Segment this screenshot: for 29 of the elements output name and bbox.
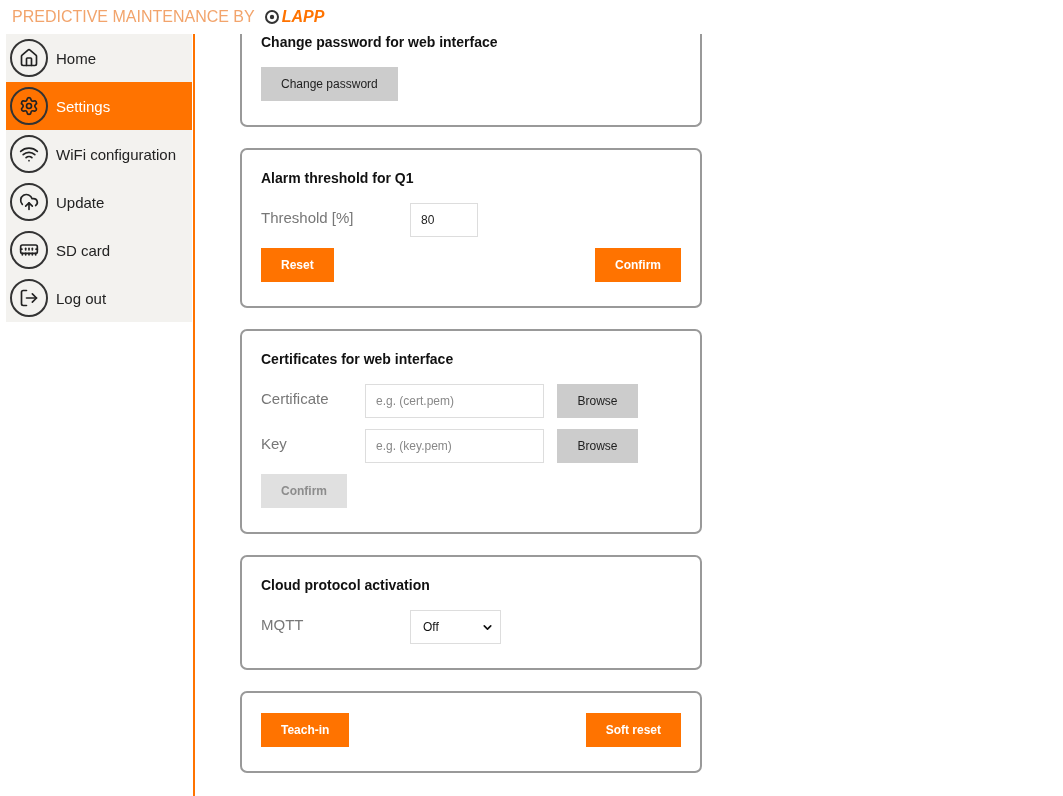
memory-card-icon xyxy=(10,231,48,269)
action-button[interactable]: Change password xyxy=(261,67,398,101)
card-title: Certificates for web interface xyxy=(261,351,455,367)
brand-logo: LAPP xyxy=(281,8,325,26)
threshold-field[interactable]: 80 xyxy=(410,203,478,237)
nav-item[interactable]: Log out xyxy=(6,274,192,322)
browse-button[interactable]: Browse xyxy=(557,384,638,418)
app-title: PREDICTIVE MAINTENANCE BY xyxy=(12,8,255,26)
field-label: Certificate xyxy=(261,389,330,407)
nav-item[interactable]: SD card xyxy=(6,226,192,274)
field-label: Threshold [%] xyxy=(261,208,355,226)
file-path-field[interactable]: e.g. (key.pem) xyxy=(365,429,544,463)
card-title: Alarm threshold for Q1 xyxy=(261,170,415,186)
field-label: MQTT xyxy=(261,615,305,633)
field-label: Key xyxy=(261,434,288,452)
nav-item[interactable]: WiFi configuration xyxy=(6,130,192,178)
wifi-icon xyxy=(10,135,48,173)
nav-item[interactable]: Home xyxy=(6,34,192,82)
file-path-field[interactable]: e.g. (cert.pem) xyxy=(365,384,544,418)
home-icon xyxy=(10,39,48,77)
settings-icon xyxy=(10,87,48,125)
ball-icon xyxy=(264,10,279,24)
log-out-icon xyxy=(10,279,48,317)
nav-item[interactable]: Update xyxy=(6,178,192,226)
mqtt-select[interactable]: Off xyxy=(410,610,501,644)
browse-button[interactable]: Browse xyxy=(557,429,638,463)
cloud-upload-icon xyxy=(10,183,48,221)
card-title: Change password for web interface xyxy=(261,34,499,50)
card-title: Cloud protocol activation xyxy=(261,577,431,593)
